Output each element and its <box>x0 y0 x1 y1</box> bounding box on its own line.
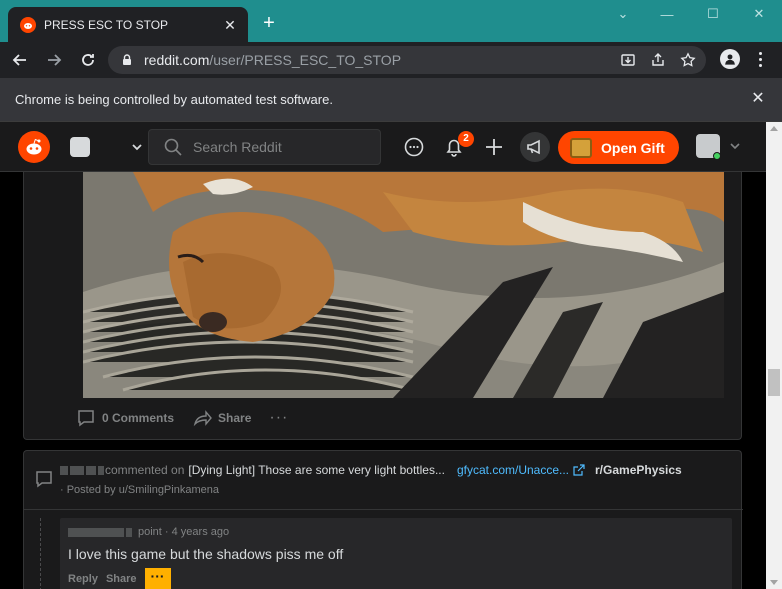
open-gift-label: Open Gift <box>601 139 665 156</box>
gift-box-icon <box>570 137 592 158</box>
reload-button[interactable] <box>74 46 102 74</box>
advertise-megaphone-icon[interactable] <box>520 132 550 162</box>
share-label: Share <box>218 411 252 425</box>
reddit-logo-icon[interactable] <box>18 131 50 163</box>
more-options-icon[interactable]: ··· <box>269 409 288 427</box>
subreddit-link[interactable]: r/GamePhysics <box>595 463 682 477</box>
reload-icon <box>82 54 94 66</box>
reddit-header: Search Reddit Open Gift <box>0 122 766 172</box>
redacted-commenter <box>68 527 124 537</box>
comment-share-button[interactable]: Share <box>106 573 137 585</box>
new-tab-button[interactable]: + <box>258 12 280 34</box>
url-text: reddit.com/user/PRESS_ESC_TO_STOP <box>144 52 401 68</box>
share-arrow-icon <box>193 410 212 427</box>
reply-button[interactable]: Reply <box>68 573 98 585</box>
comment-meta: point · 4 years ago <box>68 526 229 538</box>
comment-bubble-icon <box>78 410 94 427</box>
reddit-favicon-icon <box>20 16 36 33</box>
url-host: reddit.com <box>144 52 210 68</box>
minimize-button[interactable]: — <box>644 0 690 28</box>
lock-icon <box>123 54 131 65</box>
forward-button[interactable] <box>40 46 68 74</box>
page-scrollbar[interactable] <box>766 122 782 589</box>
scroll-up-arrow-icon[interactable] <box>770 126 778 131</box>
tab-title: PRESS ESC TO STOP <box>44 17 169 32</box>
automation-infobar: Chrome is being controlled by automated … <box>0 78 782 122</box>
search-icon <box>164 138 182 156</box>
forward-arrow-icon <box>48 54 62 66</box>
external-link-icon[interactable] <box>573 464 585 476</box>
user-menu-button[interactable] <box>690 130 746 164</box>
posted-by-text[interactable]: · Posted by u/SmilingPinkamena <box>60 484 219 496</box>
browser-titlebar: PRESS ESC TO STOP ✕ + ⌄ — ☐ ✕ <box>0 0 782 42</box>
profile-avatar-icon[interactable] <box>720 49 740 69</box>
commented-on-text: commented on <box>105 463 185 477</box>
infobar-text: Chrome is being controlled by automated … <box>15 92 333 107</box>
address-bar[interactable]: reddit.com/user/PRESS_ESC_TO_STOP <box>108 46 706 74</box>
community-chevron-down-icon[interactable] <box>130 140 144 154</box>
online-status-dot <box>713 152 721 160</box>
comment-points-time: point · 4 years ago <box>138 526 230 538</box>
window-close-button[interactable]: ✕ <box>736 0 782 28</box>
post-card: 0 Comments Share ··· <box>23 172 742 440</box>
community-icon[interactable] <box>70 137 90 157</box>
share-page-icon[interactable] <box>650 52 666 68</box>
scroll-down-arrow-icon[interactable] <box>770 580 778 585</box>
chat-icon[interactable] <box>402 135 426 159</box>
post-title-link[interactable]: [Dying Light] Those are some very light … <box>188 463 445 477</box>
create-post-plus-icon[interactable] <box>482 135 506 159</box>
install-app-icon[interactable] <box>620 52 636 68</box>
bookmark-star-icon[interactable] <box>680 52 696 68</box>
back-arrow-icon <box>12 54 26 66</box>
user-menu-chevron-down-icon <box>730 143 740 150</box>
open-gift-button[interactable]: Open Gift <box>558 131 679 164</box>
browser-menu-icon[interactable] <box>752 50 768 68</box>
browser-toolbar: reddit.com/user/PRESS_ESC_TO_STOP <box>0 42 782 78</box>
redacted-username <box>60 465 68 475</box>
screen: PRESS ESC TO STOP ✕ + ⌄ — ☐ ✕ reddit.com… <box>0 0 782 589</box>
post-image[interactable] <box>83 172 724 398</box>
comments-button[interactable]: 0 Comments <box>76 408 174 428</box>
notification-count-badge: 2 <box>458 131 474 147</box>
infobar-close-icon[interactable]: ✕ <box>750 91 766 107</box>
comment-more-options-icon[interactable]: ··· <box>144 568 171 589</box>
external-link[interactable]: gfycat.com/Unacce... <box>457 463 569 477</box>
comment-entry-meta: commented on [Dying Light] Those are som… <box>60 463 682 477</box>
maximize-button[interactable]: ☐ <box>690 0 736 28</box>
comment-actions: Reply Share ··· <box>68 568 171 589</box>
post-actions: 0 Comments Share ··· <box>76 408 288 428</box>
comment: point · 4 years ago I love this game but… <box>60 518 732 589</box>
share-button[interactable]: Share <box>192 408 251 428</box>
url-path: /user/PRESS_ESC_TO_STOP <box>209 52 402 68</box>
scrollbar-thumb[interactable] <box>768 369 780 396</box>
tab-close-icon[interactable]: ✕ <box>222 17 238 33</box>
browser-tab[interactable]: PRESS ESC TO STOP ✕ <box>8 7 248 42</box>
back-button[interactable] <box>6 46 34 74</box>
search-input[interactable]: Search Reddit <box>148 129 381 165</box>
comment-bubble-icon <box>36 471 52 488</box>
comment-entry-card: commented on [Dying Light] Those are som… <box>23 450 743 589</box>
comment-thread: point · 4 years ago I love this game but… <box>24 509 743 589</box>
thread-line[interactable] <box>40 518 41 589</box>
comments-count-label: 0 Comments <box>102 411 175 425</box>
tab-search-icon[interactable]: ⌄ <box>600 0 646 28</box>
search-placeholder: Search Reddit <box>193 139 282 155</box>
comment-body: I love this game but the shadows piss me… <box>68 546 344 562</box>
